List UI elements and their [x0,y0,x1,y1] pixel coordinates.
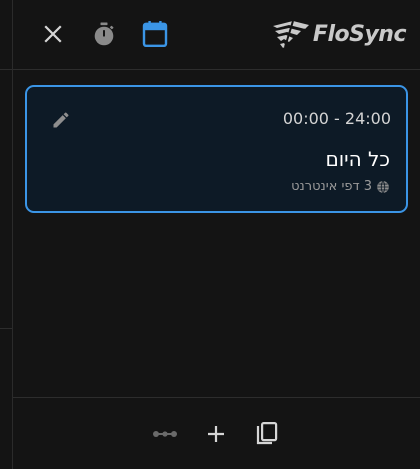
calendar-button[interactable] [141,20,169,48]
logo-mark-icon [272,20,309,48]
header-bar: FloSync [13,0,420,70]
schedule-time-range: 00:00 - 24:00 [282,109,391,128]
calendar-icon [142,21,168,47]
link-button[interactable] [151,420,179,448]
background-panel-edge [0,0,13,469]
app-frame: FloSync 00:00 - 24:00 כל היום 3 דפי אינט… [0,0,420,469]
close-button[interactable] [39,20,67,48]
footer-toolbar [13,397,420,469]
plus-icon [208,426,224,442]
link-icon [153,431,177,437]
pencil-icon [53,112,69,128]
schedule-title: כל היום [325,147,390,171]
sites-count-label: 3 דפי אינטרנט [291,179,372,194]
brand-name: FloSync [312,21,407,47]
schedule-card[interactable]: 00:00 - 24:00 כל היום 3 דפי אינטרנט [25,85,408,213]
copy-button[interactable] [253,420,281,448]
edit-schedule-button[interactable] [49,108,73,132]
globe-icon [376,180,390,194]
add-schedule-button[interactable] [202,420,230,448]
timer-icon [94,22,114,46]
copy-icon [256,421,278,445]
brand-logo: FloSync [271,16,407,52]
schedule-sites: 3 דפי אינטרנט [291,179,390,194]
close-icon [44,25,62,43]
timer-button[interactable] [90,20,118,48]
